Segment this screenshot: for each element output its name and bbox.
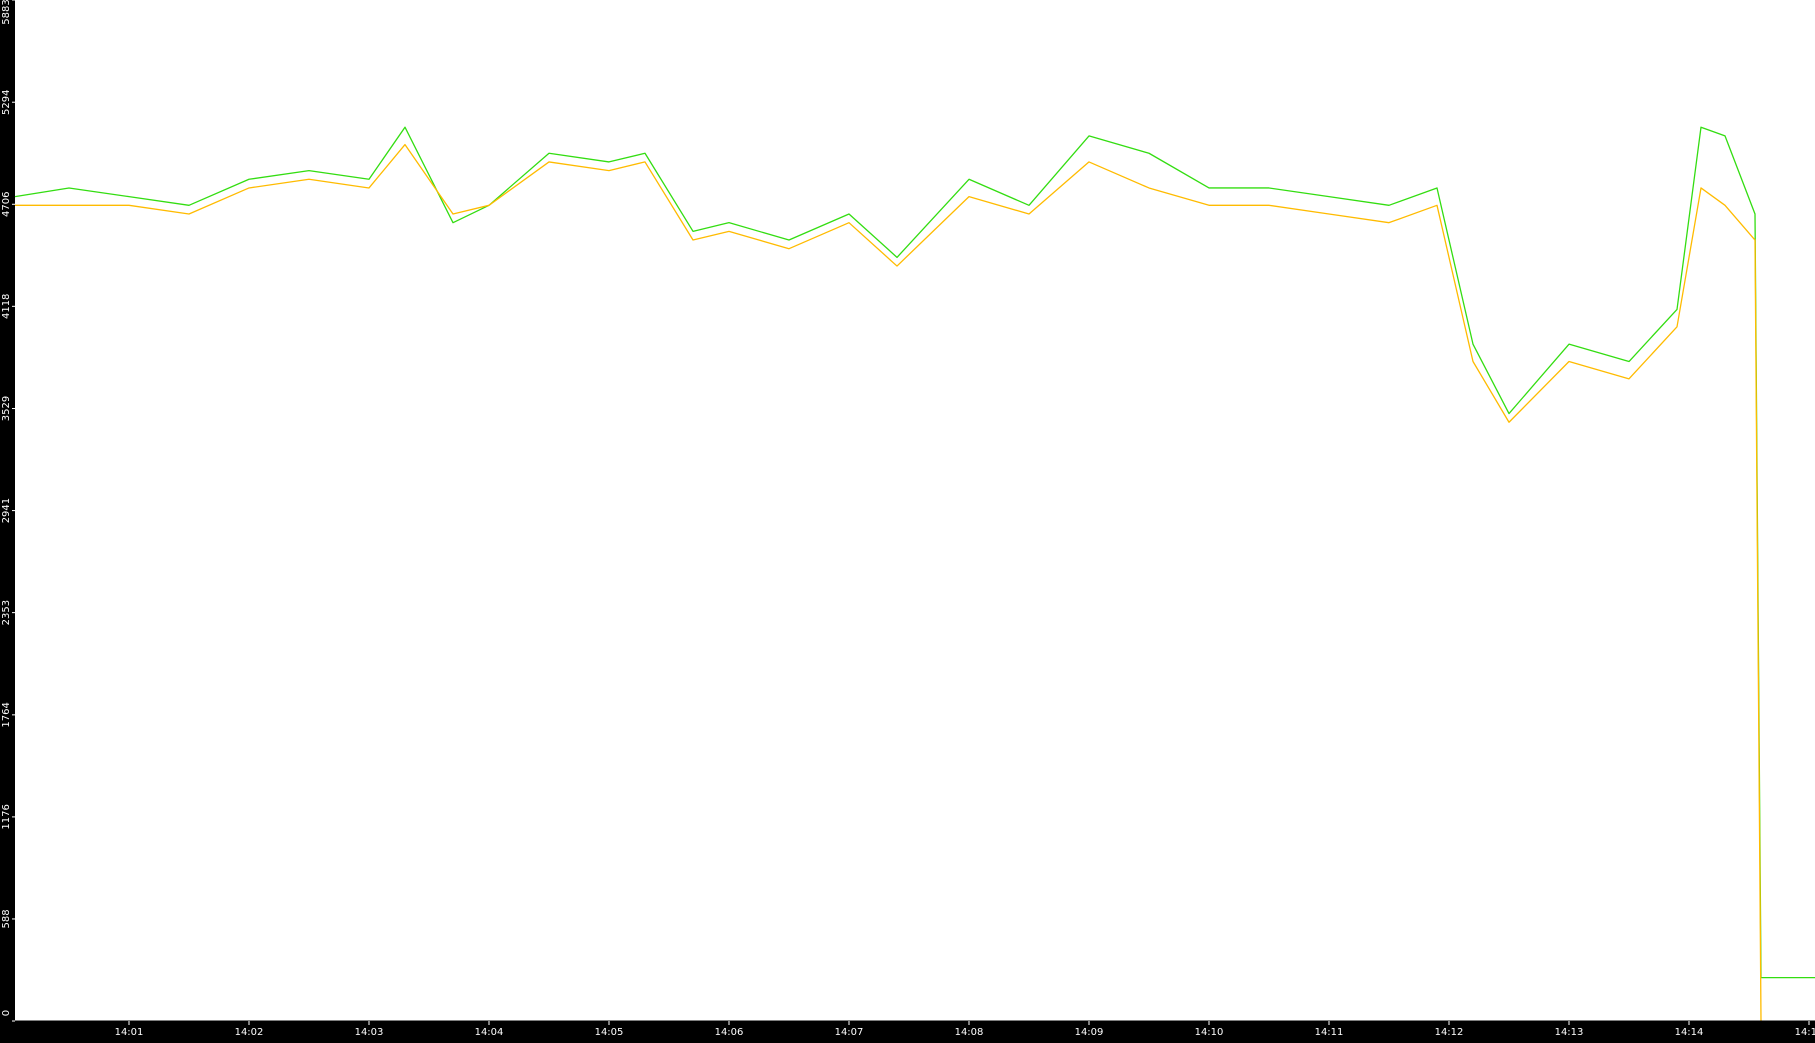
y-tick-label: 2353 (1, 600, 12, 625)
line-chart: 0 588 1176 1764 2353 2941 3529 4118 4706 5294 5883… (1, 0, 1815, 1038)
y-tick-label: 4706 (1, 192, 12, 217)
x-tick-label: 14:11 (1315, 1027, 1344, 1038)
x-tick-label: 14:14 (1675, 1027, 1704, 1038)
x-tick-label: 14:12 (1435, 1027, 1464, 1038)
y-tick-label: 1176 (1, 804, 12, 829)
y-tick-label: 588 (1, 909, 12, 928)
x-tick-label: 14:09 (1075, 1027, 1104, 1038)
chart-container: 0 588 1176 1764 2353 2941 3529 4118 4706 5294 5883… (0, 0, 1815, 1039)
y-tick-label: 5883 (1, 0, 12, 25)
x-tick-label: 14:15 (1795, 1027, 1815, 1038)
x-tick-label: 14:01 (115, 1027, 144, 1038)
x-tick-label: 14:05 (595, 1027, 624, 1038)
x-tick-label: 14:04 (475, 1027, 504, 1038)
x-tick-label: 14:08 (955, 1027, 984, 1038)
y-tick-label: 3529 (1, 396, 12, 421)
y-tick-label: 1764 (1, 702, 12, 727)
x-tick-label: 14:10 (1195, 1027, 1224, 1038)
x-tick-label: 14:13 (1555, 1027, 1584, 1038)
y-tick-label: 2941 (1, 498, 12, 523)
y-tick-label: 4118 (1, 294, 12, 319)
x-axis: 14:01 14:02 14:03 14:04 14:05 14:06 14:07 14:08… (15, 1020, 1815, 1038)
y-tick-label: 5294 (1, 89, 12, 114)
x-tick-label: 14:02 (235, 1027, 264, 1038)
plot-area (15, 0, 1815, 1021)
y-axis: 0 588 1176 1764 2353 2941 3529 4118 4706 5294 5883 (1, 0, 15, 1022)
y-tick-label: 0 (1, 1010, 12, 1016)
x-tick-label: 14:03 (355, 1027, 384, 1038)
x-tick-label: 14:06 (715, 1027, 744, 1038)
x-tick-label: 14:07 (835, 1027, 864, 1038)
